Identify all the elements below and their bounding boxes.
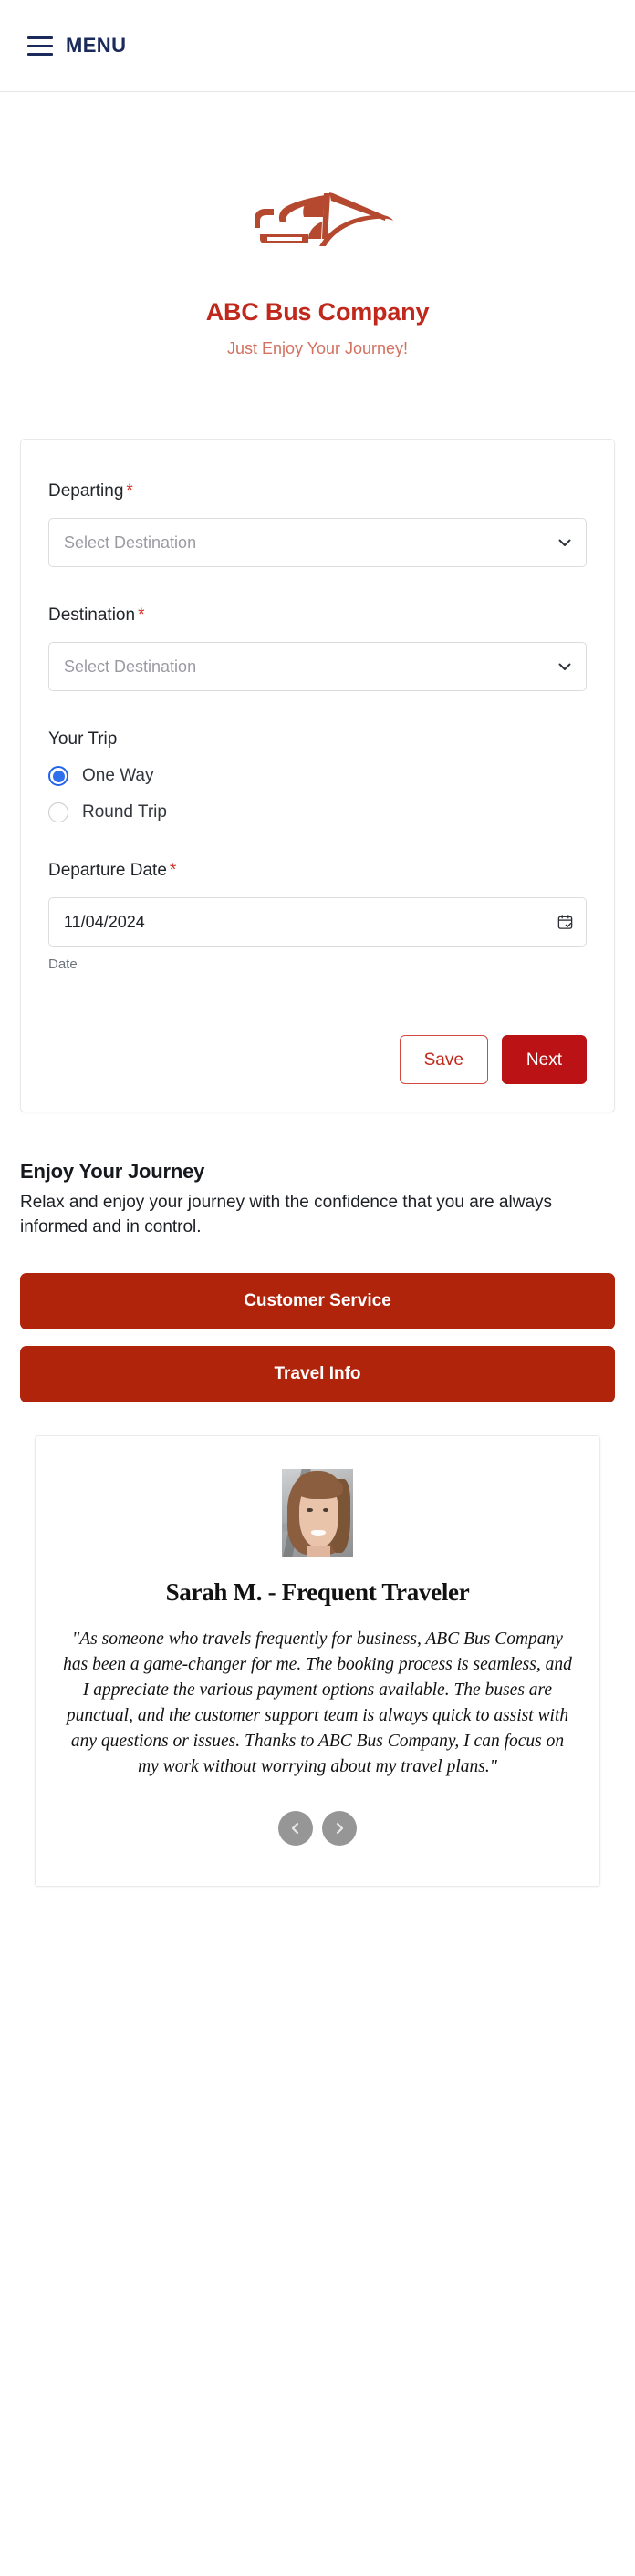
promo-section: Enjoy Your Journey Relax and enjoy your … bbox=[20, 1160, 615, 1240]
field-departure-date: Departure Date* Date bbox=[48, 861, 587, 972]
testimonial-quote: "As someone who travels frequently for b… bbox=[63, 1629, 572, 1777]
departing-label: Departing * bbox=[48, 481, 587, 502]
logo-wrap bbox=[0, 172, 635, 264]
next-button[interactable]: Next bbox=[501, 1035, 587, 1084]
testimonial-card: Sarah M. - Frequent Traveler "As someone… bbox=[35, 1434, 600, 1888]
radio-one-way[interactable]: One Way bbox=[48, 766, 587, 786]
required-marker: * bbox=[169, 861, 177, 880]
radio-indicator-selected bbox=[48, 766, 68, 786]
field-destination: Destination * Select Destination bbox=[48, 605, 587, 691]
trip-type-label: Your Trip bbox=[48, 729, 118, 749]
destination-label-text: Destination bbox=[48, 605, 136, 625]
promo-text: Relax and enjoy your journey with the co… bbox=[20, 1193, 553, 1236]
hamburger-icon bbox=[27, 36, 53, 56]
cta-list: Customer Service Travel Info bbox=[20, 1272, 615, 1402]
departing-label-text: Departing bbox=[48, 481, 124, 501]
departure-date-wrap bbox=[48, 897, 587, 947]
field-trip-type: Your Trip One Way Round Trip bbox=[48, 729, 587, 822]
radio-one-way-label: One Way bbox=[82, 766, 154, 785]
testimonial-carousel bbox=[59, 1811, 576, 1847]
chevron-right-icon bbox=[333, 1822, 346, 1835]
field-departing: Departing * Select Destination bbox=[48, 481, 587, 567]
brand-block: ABC Bus Company Just Enjoy Your Journey! bbox=[0, 92, 635, 358]
radio-round-trip[interactable]: Round Trip bbox=[48, 802, 587, 822]
promo-title: Enjoy Your Journey bbox=[20, 1160, 205, 1183]
departure-date-input[interactable] bbox=[48, 897, 587, 947]
menu-label: MENU bbox=[66, 34, 127, 57]
save-button[interactable]: Save bbox=[399, 1035, 488, 1084]
menu-button[interactable]: MENU bbox=[24, 30, 130, 61]
booking-form-card: Departing * Select Destination Destinatio… bbox=[20, 439, 615, 1112]
destination-label: Destination * bbox=[48, 605, 587, 626]
required-marker: * bbox=[138, 605, 145, 625]
departing-select[interactable]: Select Destination bbox=[48, 518, 587, 567]
booking-form-body: Departing * Select Destination Destinatio… bbox=[21, 440, 614, 1009]
avatar bbox=[282, 1468, 353, 1557]
bus-logo-icon bbox=[240, 182, 395, 254]
departure-date-helper: Date bbox=[48, 957, 78, 972]
departing-select-wrap: Select Destination bbox=[48, 518, 587, 567]
carousel-next-button[interactable] bbox=[322, 1811, 357, 1847]
destination-select[interactable]: Select Destination bbox=[48, 642, 587, 691]
destination-select-wrap: Select Destination bbox=[48, 642, 587, 691]
required-marker: * bbox=[126, 481, 133, 501]
page-bottom-spacer bbox=[0, 1887, 635, 1950]
radio-indicator bbox=[48, 802, 68, 822]
page-root: MENU ABC Bus Company Just Enjoy Your Jou… bbox=[0, 0, 635, 2576]
customer-service-button[interactable]: Customer Service bbox=[20, 1272, 615, 1329]
site-header: MENU bbox=[0, 0, 635, 92]
form-footer: Save Next bbox=[21, 1009, 614, 1112]
departure-date-label-text: Departure Date bbox=[48, 861, 167, 880]
testimonial-name: Sarah M. - Frequent Traveler bbox=[165, 1578, 470, 1606]
brand-name: ABC Bus Company bbox=[205, 298, 430, 326]
departure-date-label: Departure Date * bbox=[48, 861, 587, 881]
trip-type-radio-group: One Way Round Trip bbox=[48, 766, 587, 822]
chevron-left-icon bbox=[289, 1822, 302, 1835]
travel-info-button[interactable]: Travel Info bbox=[20, 1345, 615, 1402]
brand-tagline: Just Enjoy Your Journey! bbox=[226, 339, 409, 357]
radio-round-trip-label: Round Trip bbox=[82, 802, 167, 822]
carousel-prev-button[interactable] bbox=[278, 1811, 313, 1847]
